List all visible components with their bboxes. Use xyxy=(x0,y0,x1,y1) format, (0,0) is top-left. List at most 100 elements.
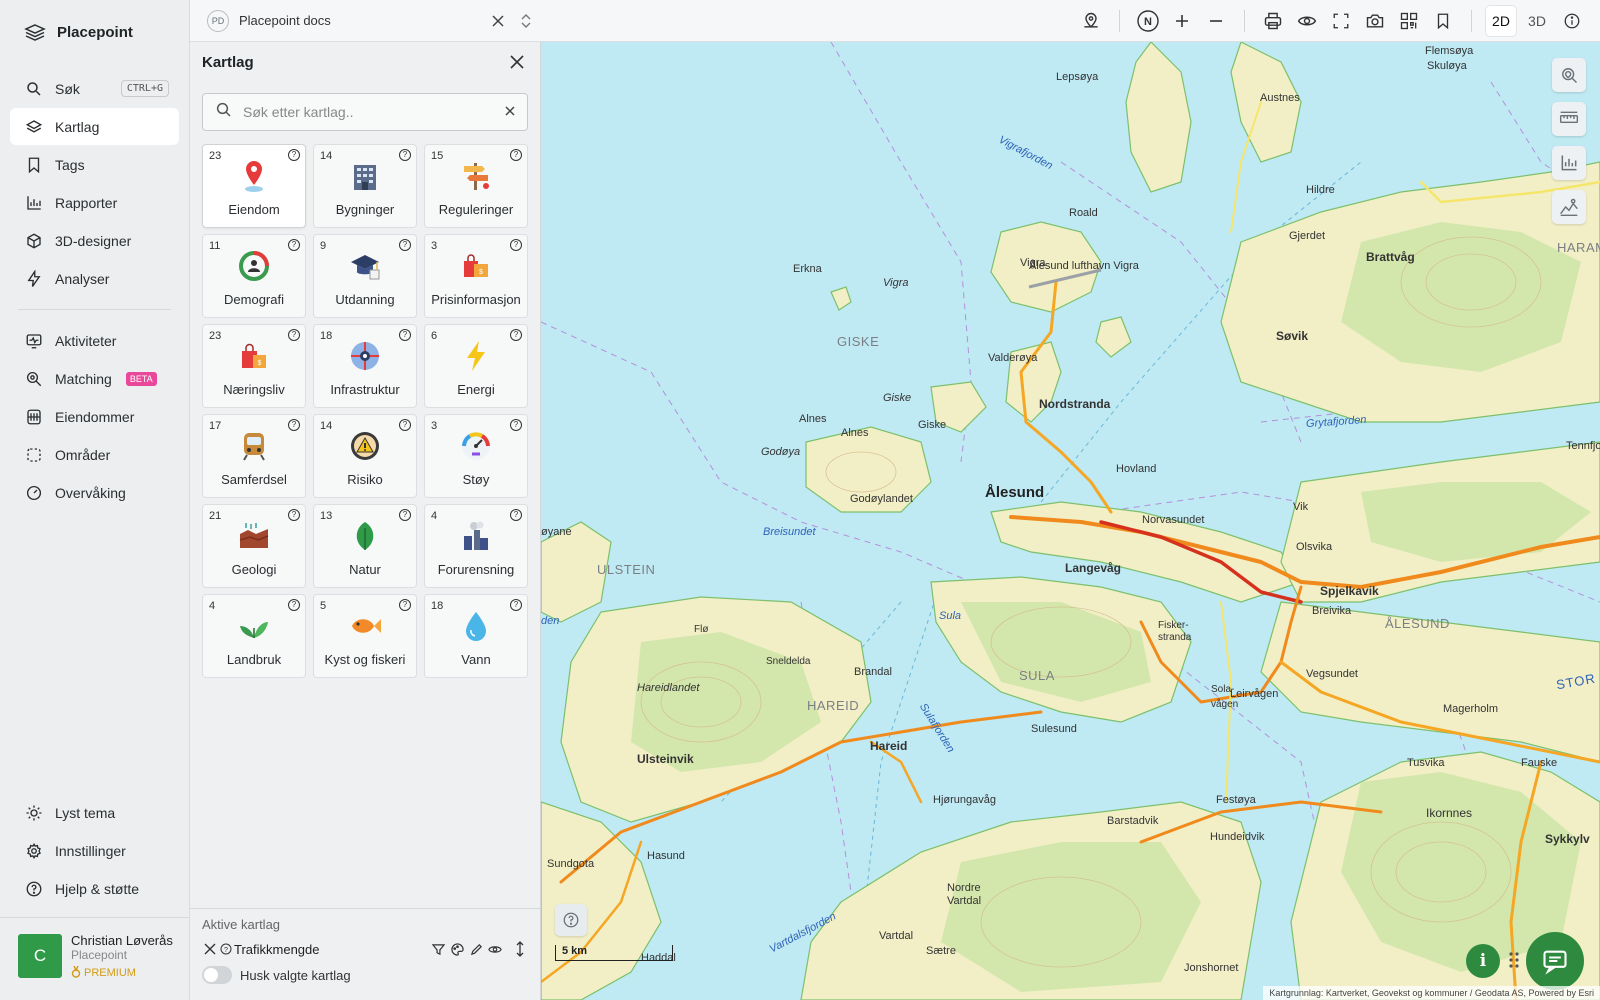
nav-item-sok[interactable]: Søk CTRL+G xyxy=(10,70,179,107)
doc-name[interactable]: Placepoint docs xyxy=(239,13,484,28)
layer-tile-demografi[interactable]: 11 ? Demografi xyxy=(202,234,306,318)
chevron-updown-icon[interactable] xyxy=(512,7,540,35)
clear-search-icon[interactable] xyxy=(505,103,515,121)
help-icon[interactable]: ? xyxy=(399,329,411,341)
nav-item-eiendommer[interactable]: Eiendommer xyxy=(10,398,179,435)
nav-item-kartlag[interactable]: Kartlag xyxy=(10,108,179,145)
zoom-in-icon[interactable] xyxy=(1168,7,1196,35)
chart-icon[interactable] xyxy=(1552,146,1586,180)
fullscreen-icon[interactable] xyxy=(1327,7,1355,35)
remove-layer-icon[interactable] xyxy=(202,941,218,957)
remember-layers-toggle[interactable] xyxy=(202,966,232,984)
layer-tile-risiko[interactable]: 14 ? Risiko xyxy=(313,414,417,498)
nav-item-aktiviteter[interactable]: Aktiviteter xyxy=(10,322,179,359)
user-profile[interactable]: C Christian Løverås Placepoint PREMIUM xyxy=(0,917,189,1000)
layer-tile-samferdsel[interactable]: 17 ? Samferdsel xyxy=(202,414,306,498)
nav-item-rapporter[interactable]: Rapporter xyxy=(10,184,179,221)
nav-item-tags[interactable]: Tags xyxy=(10,146,179,183)
ruler-icon[interactable] xyxy=(1552,102,1586,136)
layer-tile-kyst-og-fiskeri[interactable]: 5 ? Kyst og fiskeri xyxy=(313,594,417,678)
nav-item-omrader[interactable]: Områder xyxy=(10,436,179,473)
layer-search-input[interactable] xyxy=(243,104,505,120)
map-canvas[interactable]: Ålesund Spjelkavik Nordstranda Langevåg … xyxy=(541,42,1600,1000)
drag-dots-icon[interactable] xyxy=(1508,950,1520,975)
layer-tile-reguleringer[interactable]: 15 ? Reguleringer xyxy=(424,144,528,228)
info-icon[interactable] xyxy=(1558,7,1586,35)
help-icon[interactable]: ? xyxy=(399,419,411,431)
nav-item-hjelp[interactable]: Hjelp & støtte xyxy=(10,870,179,907)
layer-tile-energi[interactable]: 6 ? Energi xyxy=(424,324,528,408)
qr-code-icon[interactable] xyxy=(1395,7,1423,35)
search-match-icon xyxy=(24,369,44,389)
brand[interactable]: Placepoint xyxy=(0,0,189,64)
help-icon[interactable]: ? xyxy=(288,599,300,611)
bookmark-icon[interactable] xyxy=(1429,7,1457,35)
bar-chart-icon xyxy=(24,193,44,213)
nav-item-lyst-tema[interactable]: Lyst tema xyxy=(10,794,179,831)
nav-item-overvaking[interactable]: Overvåking xyxy=(10,474,179,511)
palette-icon[interactable] xyxy=(449,941,465,957)
layer-label: Vann xyxy=(461,652,491,667)
filter-icon[interactable] xyxy=(430,941,446,957)
zoom-out-icon[interactable] xyxy=(1202,7,1230,35)
help-icon[interactable]: ? xyxy=(288,239,300,251)
help-icon[interactable]: ? xyxy=(510,239,522,251)
help-icon[interactable]: ? xyxy=(288,509,300,521)
nav-item-analyser[interactable]: Analyser xyxy=(10,260,179,297)
layer-tile-stoy[interactable]: 3 ? Støy xyxy=(424,414,528,498)
print-icon[interactable] xyxy=(1259,7,1287,35)
layer-count: 23 xyxy=(209,150,222,162)
user-org: Placepoint xyxy=(71,947,128,962)
map-info-button[interactable]: i xyxy=(1466,944,1500,978)
map-label: Hasund xyxy=(647,850,685,862)
help-icon[interactable]: ? xyxy=(510,419,522,431)
layer-tile-prisinformasjon[interactable]: 3 ? $ Prisinformasjon xyxy=(424,234,528,318)
search-area-icon[interactable] xyxy=(1552,58,1586,92)
help-icon[interactable]: ? xyxy=(510,599,522,611)
help-icon[interactable]: ? xyxy=(510,149,522,161)
pencil-icon[interactable] xyxy=(468,941,484,957)
eye-icon[interactable] xyxy=(487,941,503,957)
layer-tile-geologi[interactable]: 21 ? Geologi xyxy=(202,504,306,588)
map-label: Roald xyxy=(1069,207,1098,219)
nav-item-innstillinger[interactable]: Innstillinger xyxy=(10,832,179,869)
layer-tile-naeringsliv[interactable]: 23 ? $ Næringsliv xyxy=(202,324,306,408)
layer-tile-utdanning[interactable]: 9 ? Utdanning xyxy=(313,234,417,318)
drag-handle-icon[interactable] xyxy=(512,941,528,957)
layer-tile-bygninger[interactable]: 14 ? Bygninger xyxy=(313,144,417,228)
help-icon[interactable]: ? xyxy=(399,509,411,521)
chat-icon[interactable] xyxy=(1526,932,1584,990)
mode-3d-button[interactable]: 3D xyxy=(1522,6,1552,36)
close-icon[interactable] xyxy=(506,51,528,73)
nav-item-3d-designer[interactable]: 3D-designer xyxy=(10,222,179,259)
leaf-icon xyxy=(347,518,383,554)
doc-badge[interactable]: PD xyxy=(207,9,229,32)
layer-tile-landbruk[interactable]: 4 ? Landbruk xyxy=(202,594,306,678)
layer-tile-infrastruktur[interactable]: 18 ? Infrastruktur xyxy=(313,324,417,408)
elevation-profile-icon[interactable] xyxy=(1552,190,1586,224)
help-icon[interactable]: ? xyxy=(399,599,411,611)
layer-tile-vann[interactable]: 18 ? Vann xyxy=(424,594,528,678)
help-icon[interactable]: ? xyxy=(399,149,411,161)
help-icon[interactable]: ? xyxy=(510,509,522,521)
camera-icon[interactable] xyxy=(1361,7,1389,35)
factory-icon xyxy=(458,518,494,554)
layer-tile-natur[interactable]: 13 ? Natur xyxy=(313,504,417,588)
map-help-icon[interactable] xyxy=(555,904,587,936)
compass-icon[interactable]: N xyxy=(1134,7,1162,35)
help-icon[interactable]: ? xyxy=(510,329,522,341)
help-icon[interactable]: ? xyxy=(218,941,234,957)
help-icon[interactable]: ? xyxy=(399,239,411,251)
help-icon[interactable]: ? xyxy=(288,149,300,161)
layer-tile-forurensning[interactable]: 4 ? Forurensning xyxy=(424,504,528,588)
mode-2d-button[interactable]: 2D xyxy=(1486,5,1516,36)
layer-tile-eiendom[interactable]: 23 ? Eiendom xyxy=(202,144,306,228)
nav-item-matching[interactable]: Matching BETA xyxy=(10,360,179,397)
help-icon[interactable]: ? xyxy=(288,419,300,431)
map-pin-settings-icon[interactable] xyxy=(1077,7,1105,35)
help-icon[interactable]: ? xyxy=(288,329,300,341)
eye-icon[interactable] xyxy=(1293,7,1321,35)
close-doc-icon[interactable] xyxy=(484,7,512,35)
map-label: Giske xyxy=(918,419,947,431)
layer-count: 13 xyxy=(320,510,333,522)
